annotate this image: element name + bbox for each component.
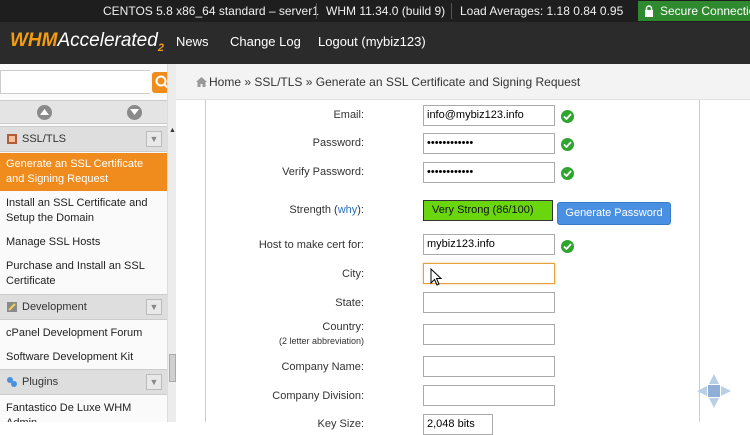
section-label: Plugins: [22, 376, 59, 388]
country-label: Country:: [322, 321, 364, 333]
logo-accelerated: Accelerated: [57, 30, 158, 51]
check-icon: [561, 110, 574, 123]
development-icon: [7, 302, 17, 312]
logo-sub: 2: [157, 41, 164, 54]
secure-connection-badge: Secure Connection: [638, 1, 750, 21]
state-label: State:: [335, 297, 364, 309]
server-info: CENTOS 5.8 x86_64 standard – server1: [103, 4, 319, 18]
breadcrumb-separator: »: [244, 75, 252, 89]
company-division-label: Company Division:: [272, 390, 364, 402]
scrollbar-thumb[interactable]: [169, 354, 176, 382]
scroll-down-button[interactable]: [127, 105, 142, 120]
section-label: Development: [22, 301, 87, 313]
whm-version: WHM 11.34.0 (build 9): [326, 4, 446, 18]
state-field[interactable]: [423, 292, 555, 313]
sidebar-scroll-controls: [0, 100, 167, 124]
verify-password-label: Verify Password:: [282, 166, 364, 178]
breadcrumb-current-page: Generate an SSL Certificate and Signing …: [315, 75, 581, 89]
country-field[interactable]: [423, 324, 555, 345]
secure-label: Secure Connection: [660, 4, 750, 18]
verify-password-field[interactable]: ••••••••••••: [423, 162, 555, 183]
collapse-icon[interactable]: ▼: [146, 299, 162, 315]
search-button[interactable]: [152, 72, 167, 93]
password-strength-meter: Very Strong (86/100): [423, 200, 553, 221]
nav-news[interactable]: News: [176, 34, 209, 49]
check-icon: [561, 167, 574, 180]
plugins-icon: [7, 377, 17, 387]
collapse-icon[interactable]: ▼: [146, 131, 162, 147]
section-label: SSL/TLS: [22, 133, 67, 145]
sidebar-item-manage-ssl-hosts[interactable]: Manage SSL Hosts: [0, 235, 167, 250]
main-navbar: WHMAccelerated2 News Change Log Logout (…: [0, 22, 750, 64]
city-field[interactable]: [423, 263, 555, 284]
check-icon: [561, 138, 574, 151]
breadcrumb-ssl-tls[interactable]: SSL/TLS: [254, 75, 302, 89]
email-label: Email:: [333, 109, 364, 121]
scroll-up-arrow-icon[interactable]: ▲: [169, 127, 176, 134]
section-development[interactable]: Development ▼: [0, 294, 167, 320]
password-field[interactable]: ••••••••••••: [423, 133, 555, 154]
search-input[interactable]: [0, 70, 150, 94]
key-size-select[interactable]: 2,048 bits: [423, 414, 493, 435]
sidebar-item-purchase-ssl[interactable]: Purchase and Install an SSL Certificate: [0, 259, 167, 289]
sidebar-scrollbar[interactable]: ▲: [168, 64, 176, 422]
whm-logo[interactable]: WHMAccelerated2: [10, 30, 164, 54]
strength-text: Strength (: [289, 204, 338, 216]
ssl-form: Email: info@mybiz123.info Password: ••••…: [205, 100, 700, 435]
cursor-icon: [430, 268, 442, 286]
city-label: City:: [342, 268, 364, 280]
section-plugins[interactable]: Plugins ▼: [0, 369, 167, 395]
strength-close: ):: [357, 204, 364, 216]
company-name-field[interactable]: [423, 356, 555, 377]
sidebar: SSL/TLS ▼ Generate an SSL Certificate an…: [0, 64, 168, 422]
ssl-icon: [7, 134, 17, 144]
lock-icon: [645, 5, 653, 17]
section-ssl-tls[interactable]: SSL/TLS ▼: [0, 126, 167, 152]
scroll-up-button[interactable]: [37, 105, 52, 120]
search-icon: [155, 75, 167, 89]
chevron-down-icon: [130, 109, 139, 115]
divider: [316, 3, 317, 19]
sidebar-item-sdk[interactable]: Software Development Kit: [0, 350, 167, 365]
sidebar-item-install-ssl[interactable]: Install an SSL Certificate and Setup the…: [0, 196, 167, 226]
sidebar-search: [0, 70, 167, 94]
sidebar-item-generate-ssl[interactable]: Generate an SSL Certificate and Signing …: [0, 153, 167, 191]
breadcrumb: Home » SSL/TLS » Generate an SSL Certifi…: [176, 64, 750, 100]
generate-password-button[interactable]: Generate Password: [557, 202, 671, 225]
home-icon[interactable]: [196, 77, 207, 87]
nav-logout[interactable]: Logout (mybiz123): [318, 34, 426, 49]
chevron-up-icon: [40, 109, 49, 115]
sidebar-item-cpanel-dev-forum[interactable]: cPanel Development Forum: [0, 326, 167, 341]
breadcrumb-separator: »: [305, 75, 313, 89]
breadcrumb-home[interactable]: Home: [209, 75, 241, 89]
country-hint: (2 letter abbreviation): [278, 336, 364, 346]
sidebar-item-fantastico[interactable]: Fantastico De Luxe WHM Admin: [0, 401, 167, 422]
host-field[interactable]: mybiz123.info: [423, 234, 555, 255]
why-link[interactable]: why: [338, 204, 358, 216]
cpanel-logo-icon: [697, 374, 731, 408]
nav-change-log[interactable]: Change Log: [230, 34, 301, 49]
logo-main: WHM: [10, 30, 58, 51]
email-field[interactable]: info@mybiz123.info: [423, 105, 555, 126]
host-label: Host to make cert for:: [258, 239, 364, 251]
check-icon: [561, 240, 574, 253]
company-name-label: Company Name:: [281, 361, 364, 373]
password-label: Password:: [312, 137, 364, 149]
divider: [451, 3, 452, 19]
top-status-bar: CENTOS 5.8 x86_64 standard – server1 WHM…: [0, 0, 750, 22]
strength-label: Strength (why):: [289, 204, 364, 216]
load-averages: Load Averages: 1.18 0.84 0.95: [460, 4, 624, 18]
company-division-field[interactable]: [423, 385, 555, 406]
collapse-icon[interactable]: ▼: [146, 374, 162, 390]
key-size-label: Key Size:: [317, 418, 364, 430]
